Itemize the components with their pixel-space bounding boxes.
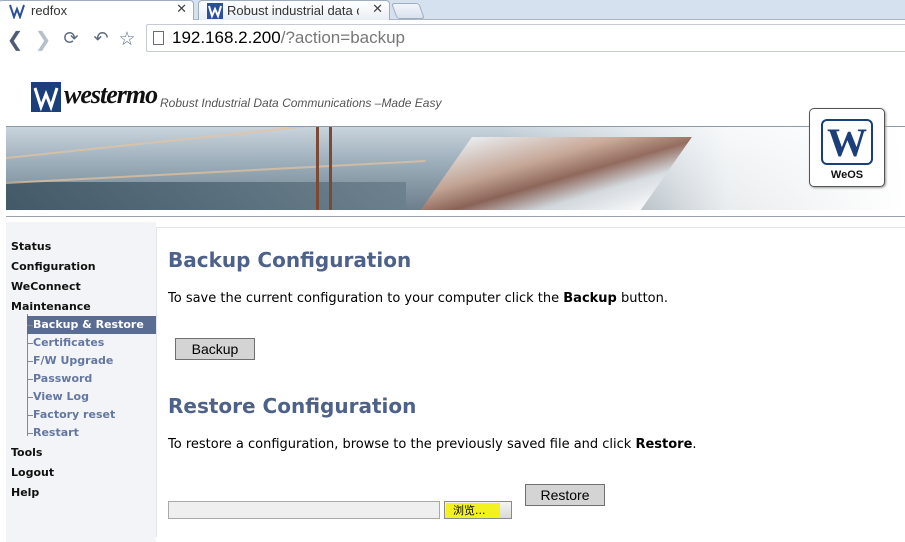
sidebar-item-label: Certificates [33,336,105,349]
forward-icon[interactable]: ❯ [32,28,54,50]
sidebar-item-factory-reset[interactable]: Factory reset [27,406,156,424]
new-tab-button[interactable] [391,3,425,19]
url-path: /?action=backup [280,28,406,47]
sidebar-item-status[interactable]: Status [11,240,51,253]
browse-button-label: 浏览... [453,504,486,517]
sidebar-item-weconnect[interactable]: WeConnect [11,280,81,293]
address-bar[interactable]: 192.168.2.200/?action=backup [146,24,905,52]
sidebar-nav: Status Configuration WeConnect Maintenan… [6,222,156,542]
sidebar-item-maintenance[interactable]: Maintenance [11,300,91,313]
restore-button[interactable]: Restore [525,484,605,506]
sidebar-item-label: Factory reset [33,408,116,421]
sidebar-item-certificates[interactable]: Certificates [27,334,156,352]
reload-icon[interactable]: ⟳ [60,28,82,50]
restore-file-input[interactable] [168,501,440,519]
banner-container-ship [420,137,692,210]
backup-text: To save the current configuration to you… [168,291,564,306]
backup-title: Backup Configuration [168,248,412,272]
restore-description: To restore a configuration, browse to th… [168,437,697,452]
backup-text-bold: Backup [563,291,617,306]
weos-logo-icon: W [821,119,873,165]
main-content: Backup Configuration To save the current… [156,227,905,537]
backup-description: To save the current configuration to you… [168,291,668,306]
sidebar-item-logout[interactable]: Logout [11,466,54,479]
tab-title: redfox [31,3,68,18]
banner-crane-tower [316,127,332,210]
browser-toolbar: ❮ ❯ ⟳ ↶ ☆ 192.168.2.200/?action=backup [0,20,905,58]
undo-icon[interactable]: ↶ [90,28,112,50]
restore-title: Restore Configuration [168,394,417,418]
westermo-logo-mark-icon [31,82,61,112]
banner-light-trail [6,127,424,159]
tagline: Robust Industrial Data Communications –M… [160,96,442,110]
web-page: westermo Robust Industrial Data Communic… [0,58,905,542]
sidebar-item-label: F/W Upgrade [33,354,114,367]
sidebar-item-password[interactable]: Password [27,370,156,388]
close-icon[interactable]: ✕ [176,2,187,17]
weos-label: WeOS [830,169,864,181]
browse-button[interactable]: 浏览... [444,501,512,519]
sidebar-item-label: Backup & Restore [33,318,144,331]
url-host: 192.168.2.200 [172,28,281,47]
backup-text-end: button. [616,291,669,306]
brand-name: westermo [64,80,158,109]
url-text[interactable]: 192.168.2.200/?action=backup [172,28,405,48]
sidebar-item-fw-upgrade[interactable]: F/W Upgrade [27,352,156,370]
westermo-logo[interactable]: westermo [31,80,158,112]
weos-badge: W WeOS [809,108,885,187]
page-icon [153,31,164,45]
sidebar-item-label: Restart [33,426,79,439]
sidebar-item-view-log[interactable]: View Log [27,388,156,406]
tab-redfox[interactable]: redfox ✕ [0,0,194,20]
banner-skyline [6,182,406,210]
restore-text: To restore a configuration, browse to th… [168,437,636,452]
backup-button[interactable]: Backup [175,338,255,360]
back-icon[interactable]: ❮ [4,28,26,50]
banner-light-trail [6,160,426,184]
bookmark-star-icon[interactable]: ☆ [116,28,138,50]
sidebar-item-label: Password [33,372,93,385]
header-banner-image [6,126,905,210]
restore-text-end: . [692,437,697,452]
close-icon[interactable]: ✕ [372,2,383,17]
westermo-favicon-icon [9,3,25,20]
tab-strip: redfox ✕ Robust industrial data c ✕ [0,0,905,20]
sidebar-item-help[interactable]: Help [11,486,39,499]
sidebar-item-restart[interactable]: Restart [27,424,156,442]
tab-robust-industrial[interactable]: Robust industrial data c ✕ [198,0,390,20]
tab-title: Robust industrial data c [227,3,359,18]
sidebar-item-configuration[interactable]: Configuration [11,260,96,273]
westermo-favicon-icon [207,3,223,19]
restore-text-bold: Restore [635,437,693,452]
header-divider [6,216,905,217]
sidebar-item-tools[interactable]: Tools [11,446,42,459]
sidebar-item-backup-restore[interactable]: Backup & Restore [27,316,156,334]
sidebar-item-label: View Log [33,390,89,403]
